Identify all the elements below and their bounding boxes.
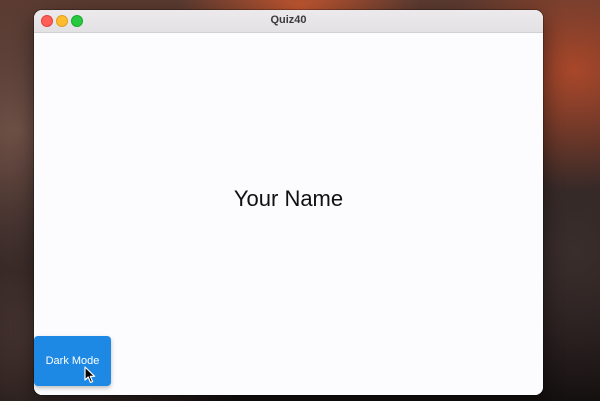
dark-mode-button[interactable]: Dark Mode bbox=[34, 336, 111, 386]
app-window: Quiz40 Your Name Dark Mode bbox=[34, 10, 543, 395]
mouse-pointer-icon bbox=[84, 366, 96, 384]
name-text: Your Name bbox=[233, 186, 344, 211]
title-bar[interactable]: Quiz40 bbox=[34, 10, 543, 33]
window-title: Quiz40 bbox=[270, 14, 307, 26]
main-content: Your Name Dark Mode bbox=[34, 33, 543, 395]
